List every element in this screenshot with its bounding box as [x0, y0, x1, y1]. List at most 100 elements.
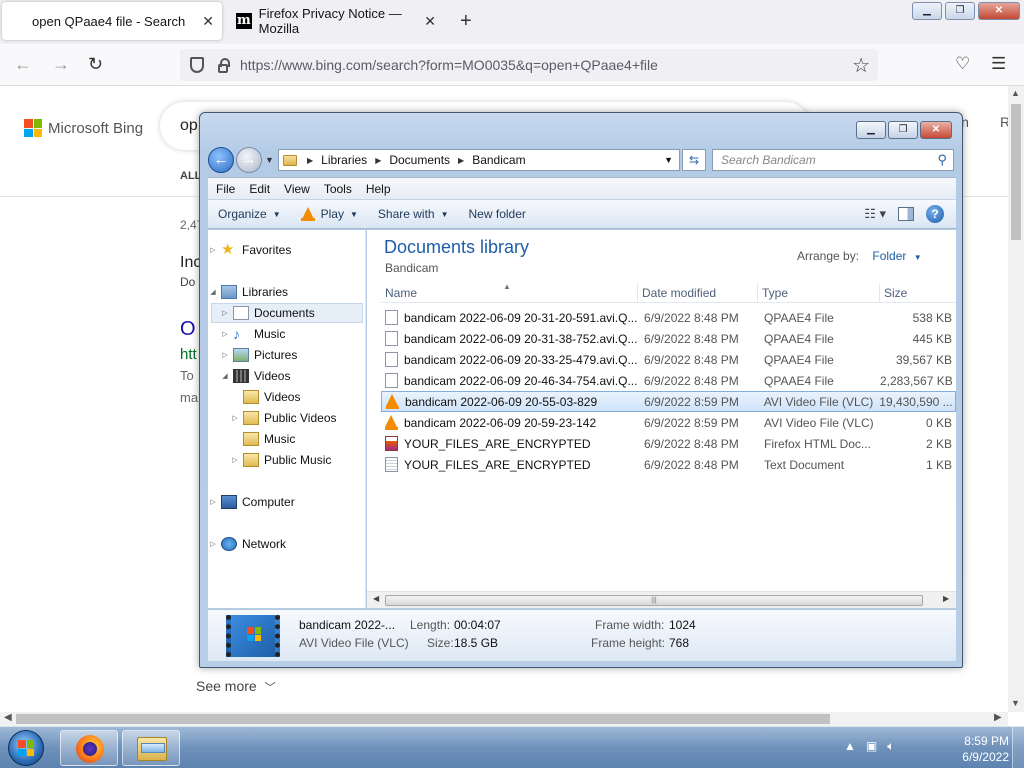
lock-icon[interactable] — [218, 57, 230, 73]
nav-documents[interactable]: ▷ Documents — [211, 303, 363, 323]
expand-arrow-icon[interactable]: ▷ — [220, 351, 230, 359]
column-type[interactable]: Type — [758, 283, 880, 302]
nav-favorites[interactable]: ▷ ★ Favorites — [208, 240, 291, 260]
nav-videos[interactable]: ◢ Videos — [220, 366, 290, 386]
bookmark-star-icon[interactable]: ☆ — [852, 53, 870, 78]
scroll-left-arrow-icon[interactable]: ◀ — [4, 712, 12, 723]
show-hidden-icons-icon[interactable]: ▲ — [844, 739, 856, 754]
file-row[interactable]: bandicam 2022-06-09 20-55-03-829 6/9/2022… — [381, 391, 956, 412]
hamburger-menu-icon[interactable]: ☰ — [991, 54, 1006, 74]
pocket-icon[interactable]: ♡ — [955, 54, 970, 74]
tab-bing-search[interactable]: open QPaae4 file - Search ✕ — [2, 2, 222, 40]
scroll-left-arrow-icon[interactable]: ◀ — [373, 594, 379, 603]
volume-icon[interactable]: 🔈︎ — [887, 739, 894, 754]
menu-file[interactable]: File — [216, 182, 235, 196]
url-text[interactable]: https://www.bing.com/search?form=MO0035&… — [240, 57, 852, 73]
forward-arrow-icon[interactable]: → — [52, 54, 70, 75]
taskbar-explorer[interactable] — [122, 730, 180, 766]
show-desktop-button[interactable] — [1012, 727, 1024, 768]
expand-arrow-icon[interactable]: ▷ — [220, 330, 230, 338]
breadcrumb-separator-icon[interactable]: ▶ — [375, 156, 381, 165]
nav-computer[interactable]: ▷ Computer — [208, 492, 295, 512]
menu-tools[interactable]: Tools — [324, 182, 352, 196]
change-view-icon[interactable]: ☷ ▾ — [864, 206, 886, 222]
expand-arrow-icon[interactable]: ▷ — [208, 498, 218, 506]
see-more-link[interactable]: See more ﹀ — [196, 678, 276, 695]
close-window-button[interactable]: ✕ — [978, 2, 1020, 20]
menu-view[interactable]: View — [284, 182, 310, 196]
scroll-right-arrow-icon[interactable]: ▶ — [943, 594, 949, 603]
breadcrumb-documents[interactable]: Documents — [389, 153, 450, 167]
expand-arrow-icon[interactable]: ▷ — [208, 540, 218, 548]
page-horizontal-scrollbar[interactable]: ◀ ▶ — [0, 712, 1008, 726]
tracking-shield-icon[interactable] — [190, 57, 204, 73]
organize-button[interactable]: Organize ▼ — [218, 207, 281, 221]
close-window-button[interactable]: ✕ — [920, 121, 952, 139]
file-row[interactable]: bandicam 2022-06-09 20-59-23-142 6/9/2022… — [381, 412, 956, 433]
collapse-arrow-icon[interactable]: ◢ — [208, 288, 218, 296]
back-arrow-icon[interactable]: ← — [14, 54, 32, 75]
menu-edit[interactable]: Edit — [249, 182, 270, 196]
expand-arrow-icon[interactable]: ▷ — [230, 456, 240, 464]
tab-firefox-privacy[interactable]: m Firefox Privacy Notice — Mozilla ✕ — [232, 0, 442, 42]
taskbar-firefox[interactable] — [60, 730, 118, 766]
scroll-down-arrow-icon[interactable]: ▼ — [1011, 698, 1020, 708]
preview-pane-icon[interactable] — [898, 207, 914, 221]
nav-public-videos[interactable]: ▷ Public Videos — [230, 408, 337, 428]
file-row[interactable]: bandicam 2022-06-09 20-31-38-752.avi.Q..… — [381, 328, 956, 349]
maximize-button[interactable]: ❐ — [945, 2, 975, 20]
file-row[interactable]: bandicam 2022-06-09 20-31-20-591.avi.Q..… — [381, 307, 956, 328]
page-vertical-scrollbar[interactable]: ▲ ▼ — [1008, 86, 1024, 712]
close-tab-icon[interactable]: ✕ — [202, 13, 214, 30]
column-date-modified[interactable]: Date modified — [638, 283, 758, 302]
scroll-right-arrow-icon[interactable]: ▶ — [994, 712, 1002, 723]
nav-music-sub[interactable]: Music — [230, 429, 295, 449]
help-icon[interactable]: ? — [926, 205, 944, 223]
minimize-button[interactable]: ▁ — [912, 2, 942, 20]
maximize-button[interactable]: ❐ — [888, 121, 918, 139]
expand-arrow-icon[interactable]: ▷ — [230, 414, 240, 422]
refresh-button[interactable]: ⇆ — [682, 149, 706, 171]
url-bar[interactable]: https://www.bing.com/search?form=MO0035&… — [180, 49, 878, 81]
file-row[interactable]: bandicam 2022-06-09 20-33-25-479.avi.Q..… — [381, 349, 956, 370]
taskbar-clock[interactable]: 8:59 PM 6/9/2022 — [945, 733, 1009, 765]
chevron-down-icon[interactable]: ▼ — [914, 253, 922, 262]
nav-pictures[interactable]: ▷ Pictures — [220, 345, 297, 365]
new-tab-button[interactable]: + — [460, 10, 472, 33]
breadcrumb-separator-icon[interactable]: ▶ — [307, 156, 313, 165]
start-button[interactable] — [2, 728, 50, 768]
scroll-up-arrow-icon[interactable]: ▲ — [1011, 88, 1020, 98]
column-name[interactable]: Name ▲ — [381, 282, 638, 302]
search-icon[interactable]: ⚲ — [937, 150, 947, 170]
scrollbar-thumb[interactable] — [16, 714, 830, 724]
breadcrumb-libraries[interactable]: Libraries — [321, 153, 367, 167]
nav-public-music[interactable]: ▷ Public Music — [230, 450, 331, 470]
nav-videos-sub[interactable]: Videos — [230, 387, 300, 407]
bing-logo[interactable]: Microsoft Bing — [24, 119, 143, 137]
menu-help[interactable]: Help — [366, 182, 391, 196]
nav-network[interactable]: ▷ Network — [208, 534, 286, 554]
file-list-horizontal-scrollbar[interactable]: ◀ ||| ▶ — [367, 591, 956, 608]
column-size[interactable]: Size — [880, 283, 956, 302]
share-with-button[interactable]: Share with ▼ — [378, 207, 449, 221]
nav-libraries[interactable]: ◢ Libraries — [208, 282, 288, 302]
minimize-button[interactable]: ▁ — [856, 121, 886, 139]
back-button[interactable]: ← — [208, 147, 234, 173]
address-bar[interactable]: ▶ Libraries ▶ Documents ▶ Bandicam ▼ — [278, 149, 680, 171]
result-link-fragment[interactable]: O — [180, 318, 196, 341]
play-button[interactable]: Play ▼ — [300, 207, 358, 221]
reload-icon[interactable]: ↻ — [88, 54, 103, 75]
expand-arrow-icon[interactable]: ▷ — [208, 246, 218, 254]
scrollbar-thumb[interactable]: ||| — [385, 595, 923, 606]
scrollbar-thumb[interactable] — [1011, 104, 1021, 240]
search-input[interactable]: Search Bandicam ⚲ — [712, 149, 954, 171]
arrange-value[interactable]: Folder — [872, 249, 906, 263]
network-tray-icon[interactable]: ▣ — [866, 739, 877, 754]
nav-music[interactable]: ▷ ♪ Music — [220, 324, 285, 344]
collapse-arrow-icon[interactable]: ◢ — [220, 372, 230, 380]
file-row[interactable]: bandicam 2022-06-09 20-46-34-754.avi.Q..… — [381, 370, 956, 391]
address-dropdown-icon[interactable]: ▼ — [664, 155, 673, 165]
forward-button[interactable]: → — [236, 147, 262, 173]
expand-arrow-icon[interactable]: ▷ — [220, 309, 230, 317]
close-tab-icon[interactable]: ✕ — [424, 13, 436, 30]
